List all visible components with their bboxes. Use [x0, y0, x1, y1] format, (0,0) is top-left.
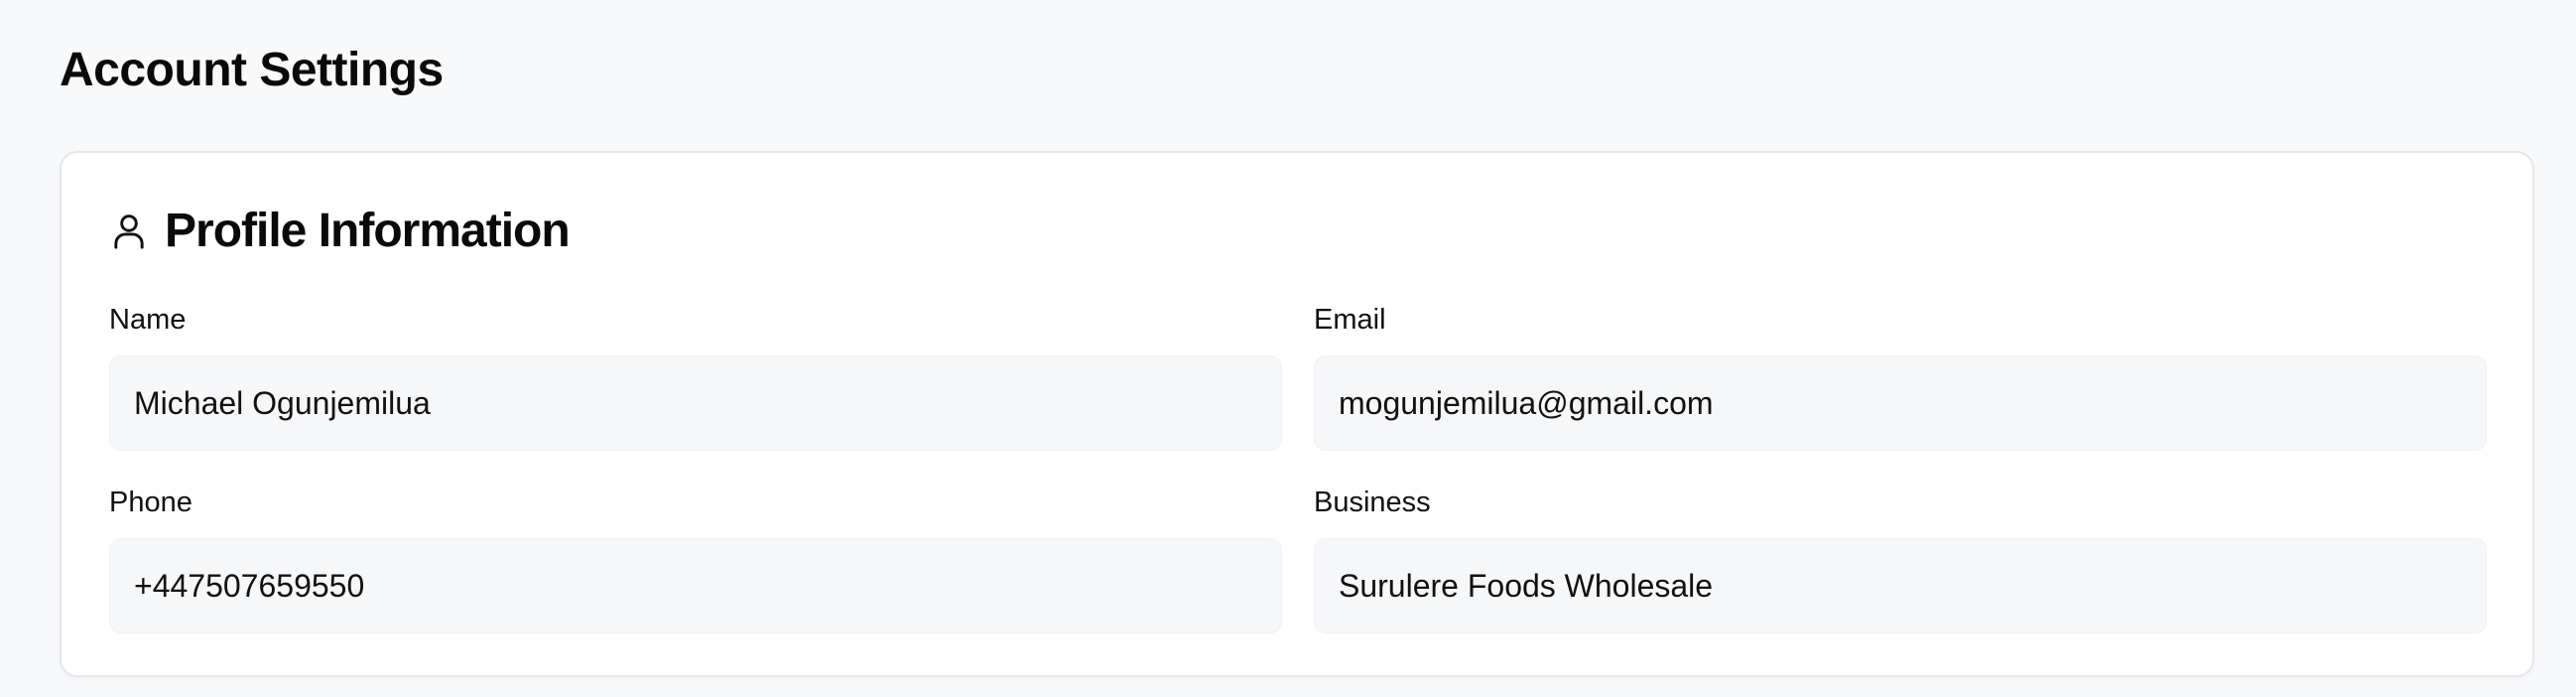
name-label: Name — [109, 304, 187, 336]
phone-field: Phone — [109, 483, 1282, 633]
card-title: Profile Information — [165, 205, 571, 257]
name-input[interactable] — [109, 355, 1282, 451]
page-title: Account Settings — [60, 44, 444, 96]
email-field: Email — [1314, 300, 2487, 451]
name-field: Name — [109, 300, 1282, 451]
business-field: Business — [1314, 483, 2487, 633]
user-icon — [111, 212, 147, 250]
business-input[interactable] — [1314, 538, 2487, 633]
email-label: Email — [1314, 304, 1386, 336]
phone-label: Phone — [109, 487, 193, 518]
business-label: Business — [1314, 487, 1431, 518]
phone-input[interactable] — [109, 538, 1282, 633]
card-header: Profile Information — [111, 203, 571, 260]
profile-information-card: Profile Information Name Email Phone Bus… — [60, 151, 2534, 677]
email-input[interactable] — [1314, 355, 2487, 451]
